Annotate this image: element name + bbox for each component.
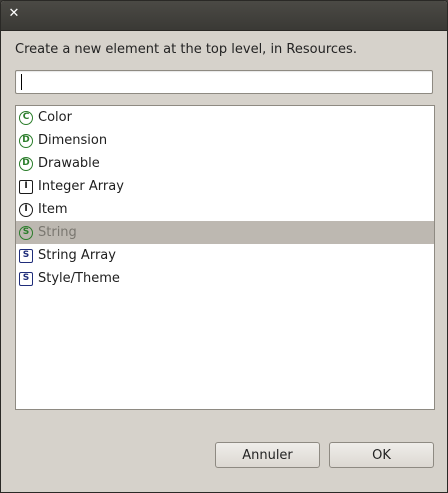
list-item[interactable]: S String Array [16,244,434,267]
list-item[interactable]: D Drawable [16,152,434,175]
list-item-label: Color [38,110,72,125]
string-icon: S [19,225,33,240]
list-item-label: String [38,225,77,240]
ok-button[interactable]: OK [329,442,434,468]
list-item[interactable]: D Dimension [16,129,434,152]
drawable-icon: D [19,156,33,171]
item-icon: I [19,202,33,217]
list-item[interactable]: I Integer Array [16,175,434,198]
string-array-icon: S [19,248,33,263]
list-item[interactable]: S String [16,221,434,244]
close-icon[interactable]: ✕ [7,7,21,21]
list-item-label: Style/Theme [38,271,120,286]
list-item-label: Item [38,202,68,217]
list-item-label: String Array [38,248,116,263]
text-caret [21,74,22,90]
element-type-list[interactable]: C Color D Dimension D Drawable I Integer Array I… [15,105,435,410]
list-item-label: Dimension [38,133,108,148]
color-icon: C [19,110,33,125]
list-item-label: Integer Array [38,179,124,194]
new-element-dialog: ✕ Create a new element at the top level,… [0,0,448,493]
style-theme-icon: S [19,271,33,286]
dimension-icon: D [19,133,33,148]
cancel-button[interactable]: Annuler [215,442,320,468]
list-item[interactable]: I Item [16,198,434,221]
filter-field[interactable] [15,70,433,94]
list-item[interactable]: C Color [16,106,434,129]
list-item[interactable]: S Style/Theme [16,267,434,290]
dialog-prompt: Create a new element at the top level, i… [15,42,357,57]
filter-input[interactable] [22,72,422,92]
title-bar: ✕ [1,1,447,31]
integer-array-icon: I [19,179,33,194]
list-item-label: Drawable [38,156,100,171]
